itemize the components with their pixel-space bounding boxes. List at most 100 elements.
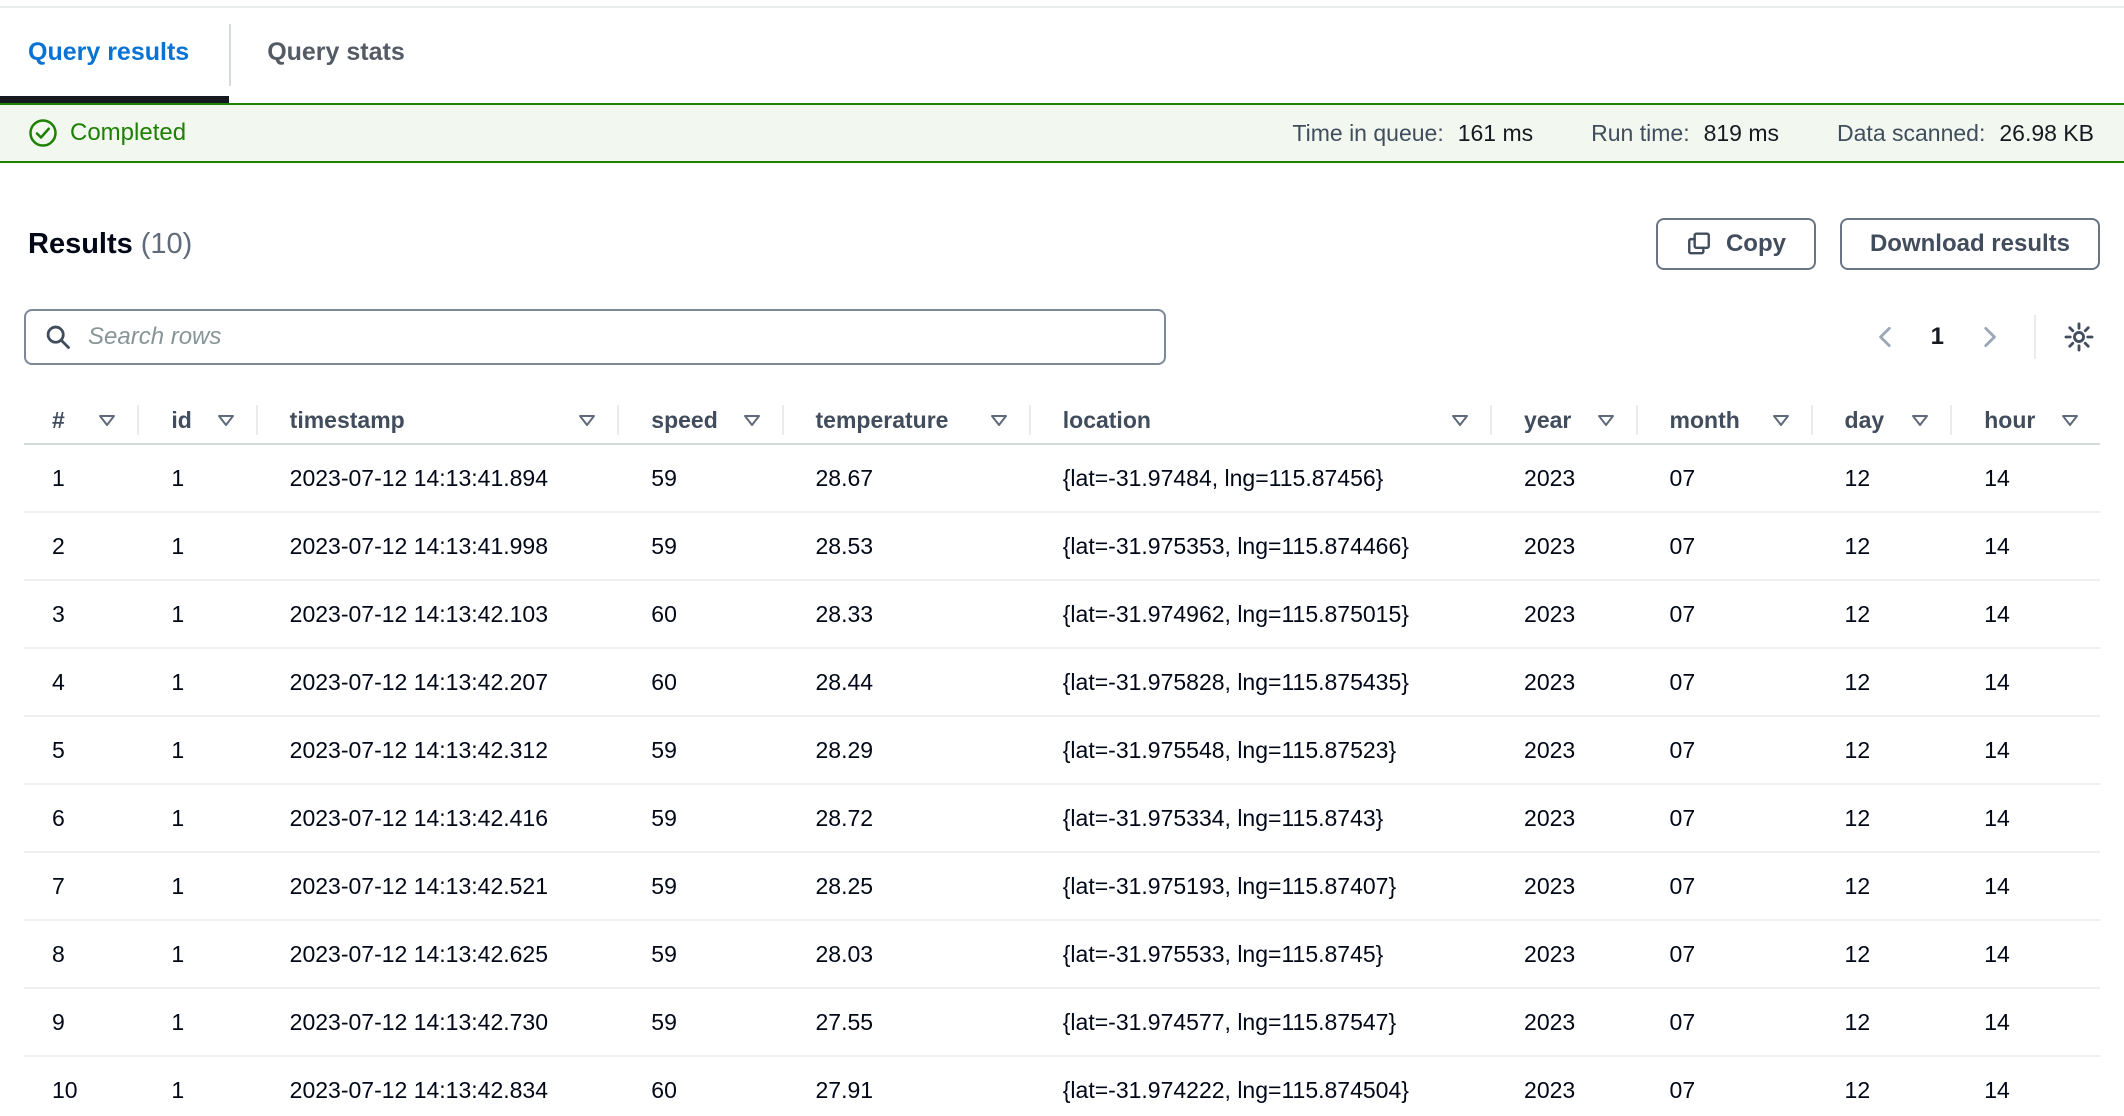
table-cell-hour: 14 <box>1950 445 2100 511</box>
table-cell-speed: 59 <box>617 445 781 511</box>
table-row: 512023-07-12 14:13:42.3125928.29{lat=-31… <box>24 717 2100 785</box>
tab-query-results-label: Query results <box>28 38 189 67</box>
tab-query-stats[interactable]: Query stats <box>231 8 445 96</box>
table-cell-temperature: 28.53 <box>782 513 1029 579</box>
table-cell-month: 07 <box>1636 785 1811 851</box>
table-cell-hour: 14 <box>1950 989 2100 1055</box>
search-rows-input[interactable] <box>24 309 1166 365</box>
column-header-temperature[interactable]: temperature <box>782 397 1029 443</box>
table-cell-location: {lat=-31.975334, lng=115.8743} <box>1029 785 1490 851</box>
stat-run-time: Run time: 819 ms <box>1591 120 1779 147</box>
search-icon <box>44 323 72 351</box>
column-header-speed[interactable]: speed <box>617 397 781 443</box>
table-row: 912023-07-12 14:13:42.7305927.55{lat=-31… <box>24 989 2100 1057</box>
table-cell-location: {lat=-31.975353, lng=115.874466} <box>1029 513 1490 579</box>
table-row: 1012023-07-12 14:13:42.8346027.91{lat=-3… <box>24 1057 2100 1116</box>
table-row: 612023-07-12 14:13:42.4165928.72{lat=-31… <box>24 785 2100 853</box>
stat-value: 819 ms <box>1704 120 1779 147</box>
search-rows-container <box>24 309 1166 365</box>
table-cell-temperature: 28.44 <box>782 649 1029 715</box>
table-cell-speed: 59 <box>617 785 781 851</box>
table-cell-location: {lat=-31.974222, lng=115.874504} <box>1029 1057 1490 1116</box>
table-cell-hour: 14 <box>1950 1057 2100 1116</box>
sort-triangle-icon <box>979 410 1009 430</box>
table-cell-id: 1 <box>137 785 255 851</box>
status-banner: Completed Time in queue: 161 ms Run time… <box>0 103 2124 163</box>
next-page-button[interactable] <box>1966 318 2012 356</box>
table-cell-speed: 59 <box>617 921 781 987</box>
stat-label: Data scanned: <box>1837 120 1985 147</box>
table-cell-location: {lat=-31.97484, lng=115.87456} <box>1029 445 1490 511</box>
sort-triangle-icon <box>206 410 236 430</box>
stat-label: Time in queue: <box>1292 120 1443 147</box>
table-cell-timestamp: 2023-07-12 14:13:42.207 <box>256 649 618 715</box>
column-header-label: timestamp <box>290 407 405 434</box>
sort-triangle-icon <box>732 410 762 430</box>
table-cell-location: {lat=-31.975533, lng=115.8745} <box>1029 921 1490 987</box>
results-count: (10) <box>141 228 193 260</box>
table-cell-month: 07 <box>1636 1057 1811 1116</box>
sort-triangle-icon <box>1586 410 1616 430</box>
results-table: #id timestamp speedtemperature location year… <box>24 397 2100 1116</box>
table-cell-year: 2023 <box>1490 921 1636 987</box>
column-header-month[interactable]: month <box>1636 397 1811 443</box>
column-header-year[interactable]: year <box>1490 397 1636 443</box>
table-cell-month: 07 <box>1636 649 1811 715</box>
results-title-text: Results <box>28 228 133 260</box>
table-body: 112023-07-12 14:13:41.8945928.67{lat=-31… <box>24 445 2100 1116</box>
table-cell-speed: 59 <box>617 989 781 1055</box>
table-cell-row_number: 2 <box>24 513 137 579</box>
table-cell-row_number: 8 <box>24 921 137 987</box>
table-cell-temperature: 27.91 <box>782 1057 1029 1116</box>
column-header-label: year <box>1524 407 1571 434</box>
table-cell-day: 12 <box>1811 649 1951 715</box>
download-results-button[interactable]: Download results <box>1840 218 2100 270</box>
column-header-row_number[interactable]: # <box>24 397 137 443</box>
table-cell-location: {lat=-31.974962, lng=115.875015} <box>1029 581 1490 647</box>
table-row: 712023-07-12 14:13:42.5215928.25{lat=-31… <box>24 853 2100 921</box>
column-header-hour[interactable]: hour <box>1950 397 2100 443</box>
status-text: Completed <box>70 119 186 147</box>
copy-button[interactable]: Copy <box>1656 218 1816 270</box>
table-cell-day: 12 <box>1811 989 1951 1055</box>
table-cell-temperature: 27.55 <box>782 989 1029 1055</box>
table-cell-temperature: 28.67 <box>782 445 1029 511</box>
sort-triangle-icon <box>87 410 117 430</box>
table-cell-speed: 60 <box>617 1057 781 1116</box>
table-row: 212023-07-12 14:13:41.9985928.53{lat=-31… <box>24 513 2100 581</box>
table-cell-temperature: 28.72 <box>782 785 1029 851</box>
tab-query-results[interactable]: Query results <box>0 8 229 96</box>
column-header-id[interactable]: id <box>137 397 255 443</box>
column-header-timestamp[interactable]: timestamp <box>256 397 618 443</box>
table-row: 112023-07-12 14:13:41.8945928.67{lat=-31… <box>24 445 2100 513</box>
current-page-number[interactable]: 1 <box>1917 323 1958 351</box>
column-header-day[interactable]: day <box>1811 397 1951 443</box>
column-header-label: day <box>1845 407 1885 434</box>
column-header-location[interactable]: location <box>1029 397 1490 443</box>
table-cell-speed: 59 <box>617 853 781 919</box>
table-cell-row_number: 3 <box>24 581 137 647</box>
table-cell-row_number: 1 <box>24 445 137 511</box>
column-header-label: month <box>1670 407 1740 434</box>
table-cell-hour: 14 <box>1950 649 2100 715</box>
table-cell-year: 2023 <box>1490 717 1636 783</box>
table-cell-day: 12 <box>1811 445 1951 511</box>
table-cell-month: 07 <box>1636 989 1811 1055</box>
table-cell-timestamp: 2023-07-12 14:13:42.312 <box>256 717 618 783</box>
table-header-row: #id timestamp speedtemperature location year… <box>24 397 2100 445</box>
table-cell-timestamp: 2023-07-12 14:13:42.416 <box>256 785 618 851</box>
table-preferences-button[interactable] <box>2058 316 2100 358</box>
table-cell-timestamp: 2023-07-12 14:13:42.625 <box>256 921 618 987</box>
table-cell-year: 2023 <box>1490 989 1636 1055</box>
table-row: 412023-07-12 14:13:42.2076028.44{lat=-31… <box>24 649 2100 717</box>
copy-button-label: Copy <box>1726 230 1786 258</box>
table-cell-timestamp: 2023-07-12 14:13:41.998 <box>256 513 618 579</box>
table-cell-month: 07 <box>1636 581 1811 647</box>
table-cell-id: 1 <box>137 445 255 511</box>
previous-page-button[interactable] <box>1863 318 1909 356</box>
table-cell-id: 1 <box>137 921 255 987</box>
table-cell-speed: 60 <box>617 649 781 715</box>
table-cell-year: 2023 <box>1490 513 1636 579</box>
column-header-label: location <box>1063 407 1151 434</box>
table-cell-id: 1 <box>137 717 255 783</box>
